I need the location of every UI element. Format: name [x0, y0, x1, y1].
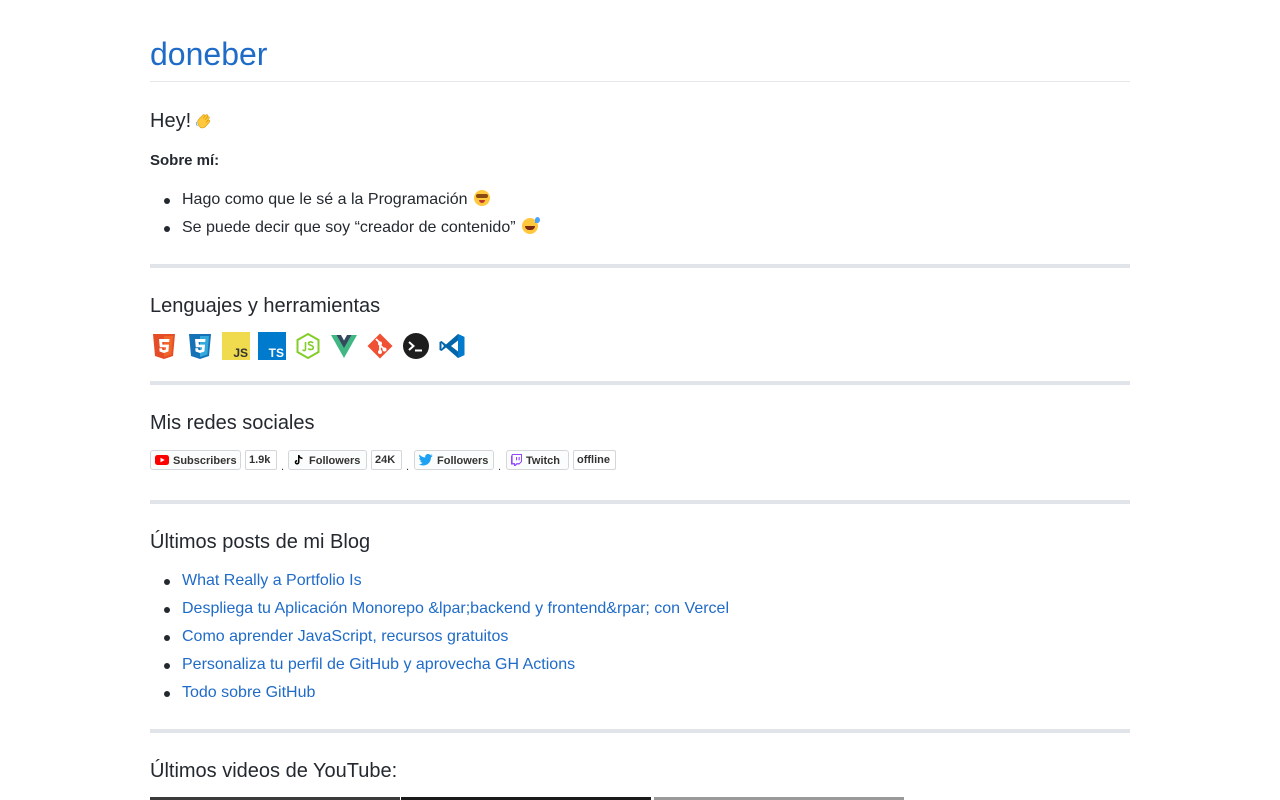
blog-heading: Últimos posts de mi Blog [150, 531, 371, 553]
blog-post-link[interactable]: Despliega tu Aplicación Monorepo &lpar;b… [182, 600, 729, 617]
typescript-label: TS [269, 346, 284, 360]
badge-label: Followers [437, 455, 489, 467]
list-item: Se puede decir que soy “creador de conte… [150, 214, 540, 242]
javascript-label: JS [233, 346, 248, 360]
badge-label: Twitch [526, 455, 561, 467]
about-list: Hago como que le sé a la Programación Se… [150, 186, 540, 242]
section-divider [150, 729, 1130, 733]
vue-icon [331, 335, 357, 358]
waving-hand-icon [196, 114, 211, 129]
social-heading: Mis redes sociales [150, 412, 315, 434]
section-divider [150, 381, 1130, 385]
about-label: Sobre mí: [150, 152, 220, 169]
youtube-icon [155, 455, 169, 466]
list-item: Como aprender JavaScript, recursos gratu… [150, 623, 729, 651]
section-divider [150, 500, 1130, 504]
typescript-icon: TS [258, 332, 286, 360]
nodejs-icon [296, 332, 320, 360]
tools-heading: Lenguajes y herramientas [150, 295, 381, 317]
blog-post-link[interactable]: Personaliza tu perfil de GitHub y aprove… [182, 656, 575, 673]
list-item: Personaliza tu perfil de GitHub y aprove… [150, 651, 729, 679]
badge-label: Subscribers [173, 455, 237, 467]
list-item: Hago como que le sé a la Programación [150, 186, 538, 214]
vscode-icon [439, 334, 465, 358]
badge-separator: . [281, 461, 285, 473]
twitch-icon [511, 454, 522, 467]
twitch-status-badge[interactable]: Twitch [506, 450, 569, 470]
list-item: Despliega tu Aplicación Monorepo &lpar;b… [150, 595, 729, 623]
youtube-subscribers-badge[interactable]: Subscribers [150, 450, 241, 470]
page-title[interactable]: doneber [150, 34, 267, 74]
git-icon [367, 333, 393, 359]
badge-separator: . [498, 461, 502, 473]
css3-icon [189, 334, 211, 359]
badge-label: Followers [309, 455, 361, 467]
youtube-subscribers-count: 1.9k [245, 450, 277, 470]
tiktok-icon [294, 455, 303, 465]
twitter-followers-badge[interactable]: Followers [414, 450, 494, 470]
list-item: What Really a Portfolio Is [150, 567, 729, 595]
badge-separator: . [406, 461, 410, 473]
terminal-icon [403, 333, 429, 359]
videos-heading: Últimos videos de YouTube: [150, 760, 398, 782]
blog-post-list: What Really a Portfolio Is Despliega tu … [150, 567, 729, 707]
blog-post-link[interactable]: Todo sobre GitHub [182, 684, 315, 701]
twitch-status-value: offline [573, 450, 616, 470]
nerd-face-icon [473, 190, 490, 206]
greeting-text: Hey! [150, 110, 192, 132]
greeting-heading: Hey! [150, 108, 213, 134]
tiktok-followers-badge[interactable]: Followers [288, 450, 367, 470]
javascript-icon: JS [222, 332, 250, 360]
grinning-sweat-icon [521, 217, 540, 234]
blog-post-link[interactable]: What Really a Portfolio Is [182, 572, 362, 589]
html5-icon [153, 334, 175, 359]
about-item-text: Hago como que le sé a la Programación [182, 191, 468, 208]
title-divider [150, 81, 1130, 82]
list-item: Todo sobre GitHub [150, 679, 729, 707]
about-item-text: Se puede decir que soy “creador de conte… [182, 219, 516, 236]
tiktok-followers-count: 24K [371, 450, 402, 470]
section-divider [150, 264, 1130, 268]
twitter-icon [419, 454, 433, 466]
blog-post-link[interactable]: Como aprender JavaScript, recursos gratu… [182, 628, 508, 645]
